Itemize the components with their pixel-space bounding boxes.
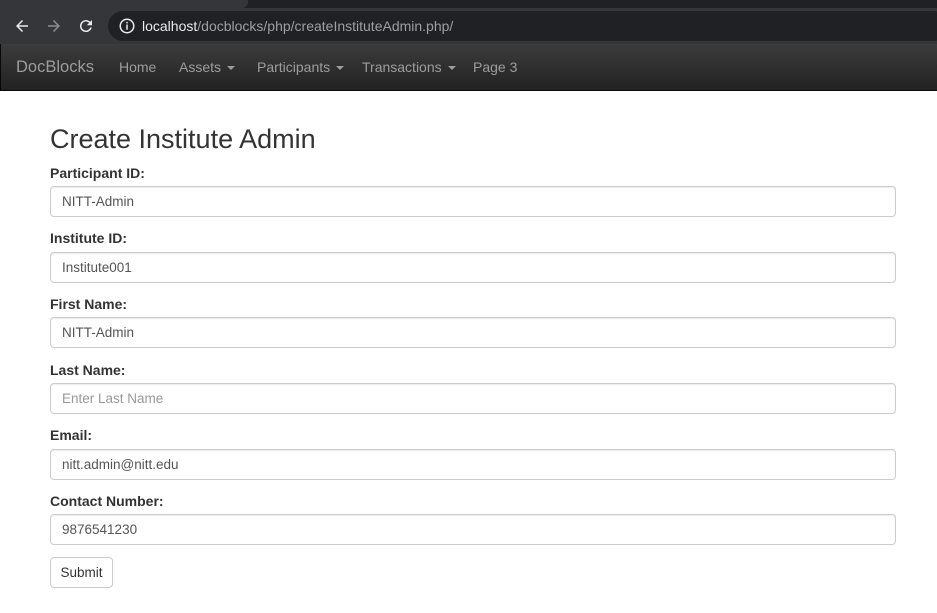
url-text[interactable]: localhost/docblocks/php/createInstituteA… <box>142 18 453 34</box>
forward-icon[interactable] <box>42 14 66 38</box>
nav-item-participants[interactable]: Participants <box>257 59 345 75</box>
caret-down-icon <box>227 66 236 71</box>
nav-item-transactions[interactable]: Transactions <box>362 59 456 75</box>
email-label: Email: <box>50 427 93 443</box>
nav-item-assets[interactable]: Assets <box>179 59 236 75</box>
email-input[interactable] <box>50 449 896 480</box>
browser-toolbar: localhost/docblocks/php/createInstituteA… <box>0 8 937 44</box>
url-host: localhost <box>142 18 198 34</box>
reload-icon[interactable] <box>74 14 98 38</box>
participant-id-label: Participant ID: <box>50 165 145 181</box>
first-name-input[interactable] <box>50 317 896 348</box>
nav-item-label: Participants <box>257 59 331 75</box>
info-icon[interactable] <box>118 17 136 35</box>
navbar-brand[interactable]: DocBlocks <box>16 58 94 77</box>
nav-item-label: Home <box>119 59 157 75</box>
last-name-input[interactable] <box>50 383 896 414</box>
address-bar[interactable]: localhost/docblocks/php/createInstituteA… <box>108 11 937 41</box>
back-icon[interactable] <box>10 14 34 38</box>
participant-id-input[interactable] <box>50 186 896 217</box>
contact-number-input[interactable] <box>50 514 896 545</box>
nav-item-home[interactable]: Home <box>119 59 156 75</box>
institute-id-label: Institute ID: <box>50 230 127 246</box>
caret-down-icon <box>447 66 456 71</box>
navbar: DocBlocks Home Assets Participants Trans… <box>0 44 937 91</box>
nav-item-page-3[interactable]: Page 3 <box>473 59 517 75</box>
caret-down-icon <box>336 66 345 71</box>
submit-button[interactable]: Submit <box>50 557 113 588</box>
last-name-label: Last Name: <box>50 362 126 378</box>
nav-item-label: Transactions <box>362 59 442 75</box>
nav-item-label: Page 3 <box>473 59 518 75</box>
nav-item-label: Assets <box>179 59 222 75</box>
browser-active-tab[interactable] <box>0 0 248 8</box>
url-path: /docblocks/php/createInstituteAdmin.php/ <box>197 18 454 34</box>
institute-id-input[interactable] <box>50 252 896 283</box>
contact-number-label: Contact Number: <box>50 493 164 509</box>
page-title: Create Institute Admin <box>50 124 316 154</box>
first-name-label: First Name: <box>50 296 128 312</box>
